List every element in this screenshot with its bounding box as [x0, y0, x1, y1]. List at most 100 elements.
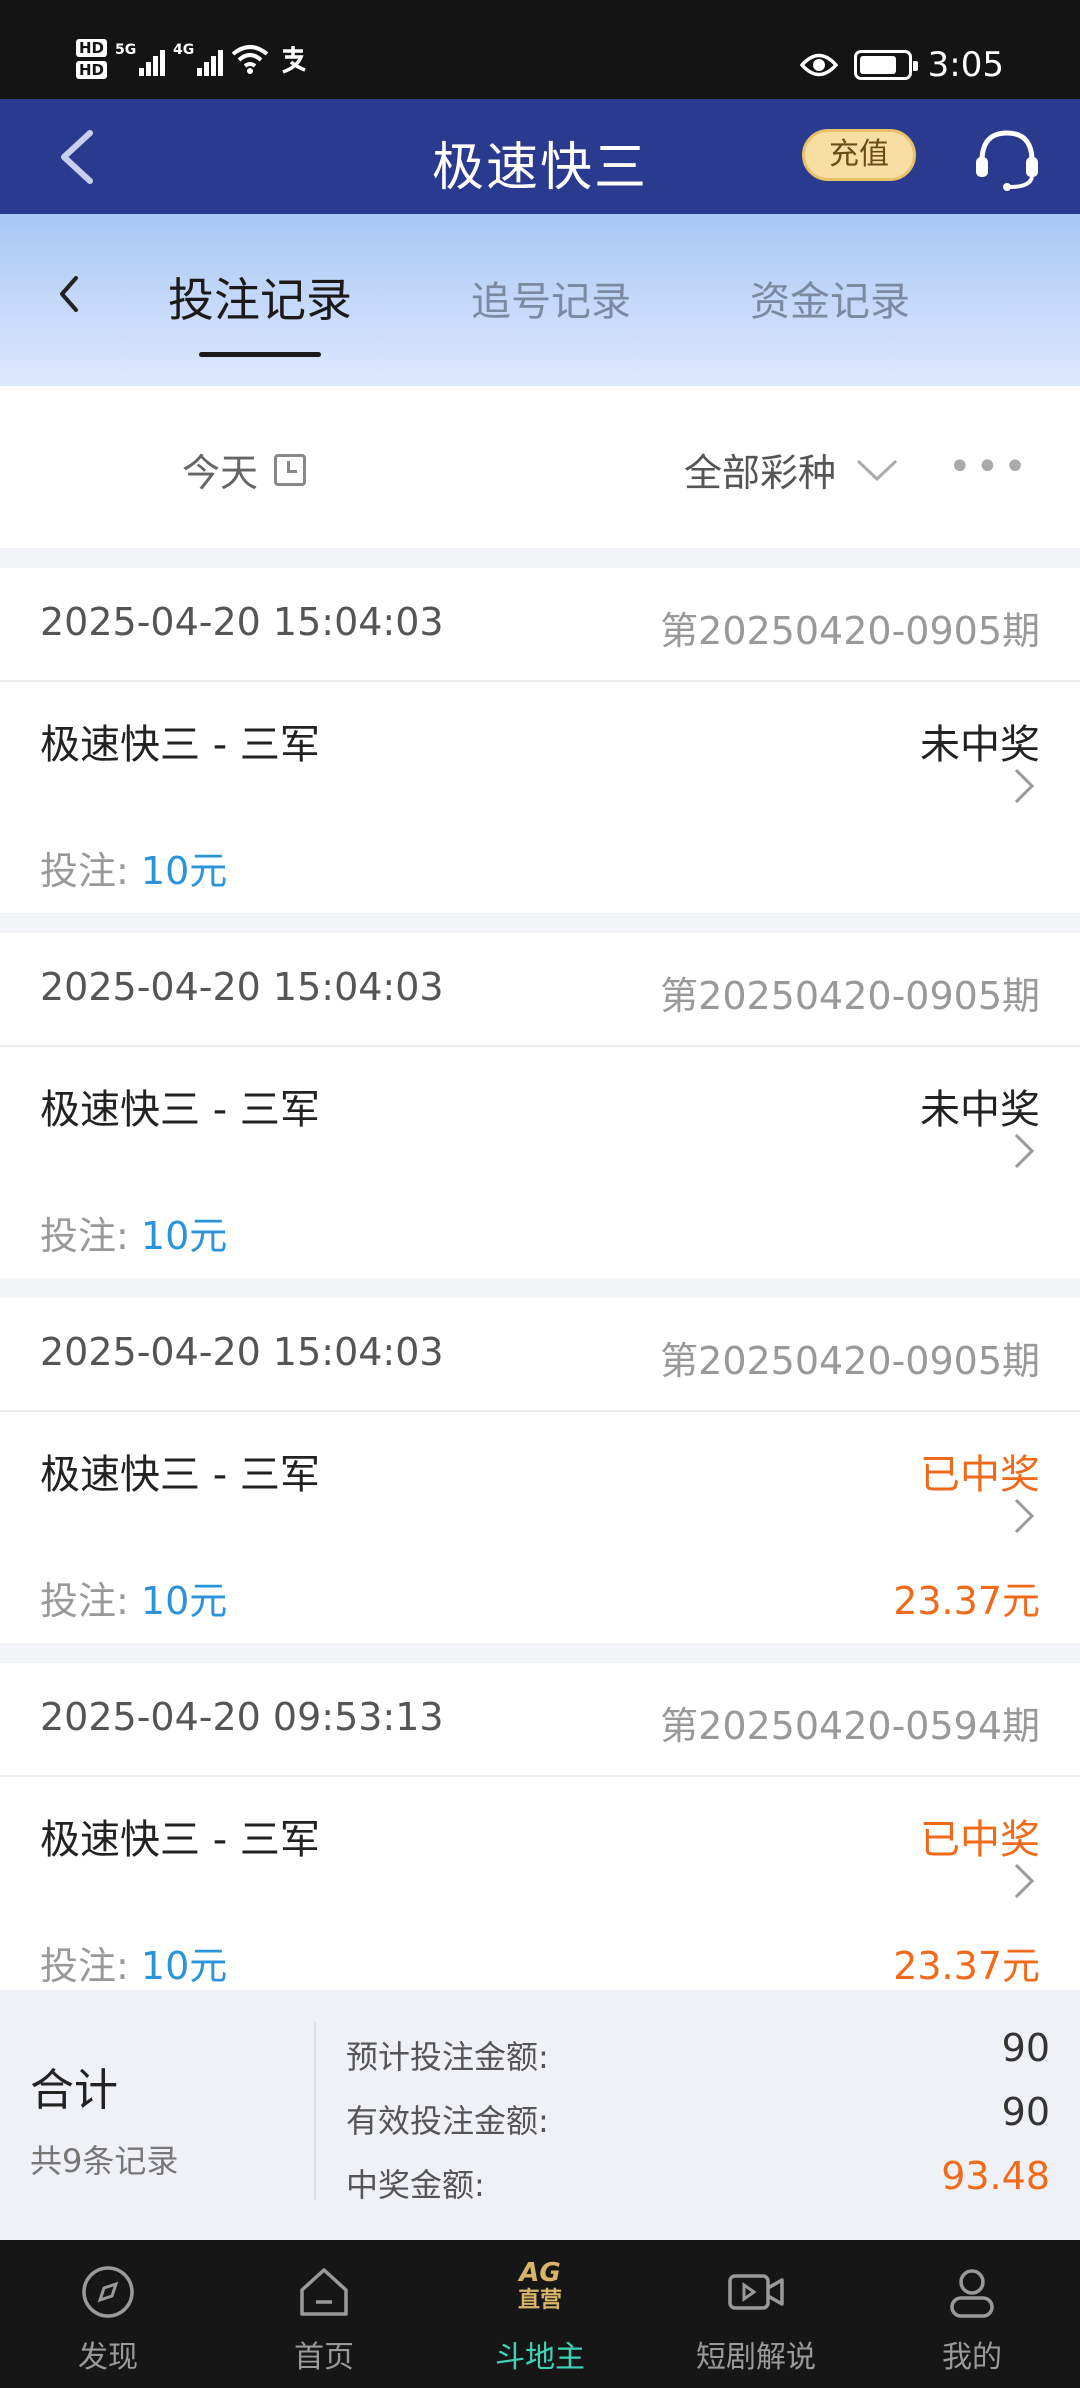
wifi-icon — [231, 45, 269, 74]
status-right: 3:05 — [799, 40, 1004, 90]
bet-label: 投注: — [40, 1579, 141, 1623]
record-header: 2025-04-20 15:04:03 第20250420-0905期 — [0, 1298, 1080, 1412]
clock-calendar-icon — [274, 453, 307, 486]
ag-logo-top: AG — [519, 2258, 561, 2288]
summary-panel: 合计 共9条记录 预计投注金额: 90 有效投注金额: 90 中奖金额: 93.… — [0, 1990, 1080, 2240]
nav-short-drama[interactable]: 短剧解说 — [648, 2240, 864, 2388]
valid-label: 有效投注金额: — [346, 2102, 549, 2140]
net2-label: 4G — [173, 42, 195, 58]
filter-bar: 今天 全部彩种 ••• — [0, 386, 1080, 548]
hd2-icon: HD — [76, 61, 108, 79]
chevron-right-icon[interactable] — [1010, 764, 1038, 808]
lottery-type-filter[interactable]: 全部彩种 — [684, 442, 898, 497]
expected-value: 90 — [1001, 2026, 1050, 2070]
bet-amount: 10元 — [140, 1579, 228, 1623]
title-bar: 极速快三 充值 — [0, 99, 1080, 214]
record-prize: 23.37元 — [893, 1944, 1040, 1988]
date-filter[interactable]: 今天 — [182, 442, 307, 497]
record-prize: 23.37元 — [893, 1579, 1040, 1623]
record-name: 极速快三 - 三军 — [40, 722, 320, 768]
user-icon — [950, 2269, 994, 2318]
record-status: 未中奖 — [920, 722, 1040, 768]
nav-doudizhu[interactable]: AG 直营 斗地主 — [432, 2240, 648, 2388]
chevron-right-icon[interactable] — [1010, 1129, 1038, 1173]
tab-chase-records[interactable]: 追号记录 — [471, 269, 631, 327]
status-left: HD HD 5G 4G — [76, 34, 309, 84]
customer-service-icon[interactable] — [972, 123, 1042, 193]
tab-fund-records[interactable]: 资金记录 — [750, 269, 910, 327]
record-issue: 第20250420-0594期 — [660, 1704, 1040, 1748]
record-bet: 投注: 10元 — [40, 840, 227, 895]
compass-icon — [82, 2266, 134, 2318]
nav-home-label: 首页 — [294, 2340, 354, 2375]
recharge-button[interactable]: 充值 — [802, 129, 916, 181]
bet-label: 投注: — [40, 1944, 141, 1988]
record-name: 极速快三 - 三军 — [40, 1817, 320, 1863]
prize-label: 中奖金额: — [346, 2166, 485, 2204]
summary-expected-row: 预计投注金额: 90 — [346, 2026, 1050, 2078]
signal-5g-icon: 5G — [115, 42, 166, 76]
summary-valid-row: 有效投注金额: 90 — [346, 2090, 1050, 2142]
expected-label: 预计投注金额: — [346, 2038, 549, 2076]
chevron-down-icon — [856, 459, 898, 481]
lottery-type-label: 全部彩种 — [684, 451, 837, 495]
record-header: 2025-04-20 15:04:03 第20250420-0905期 — [0, 568, 1080, 682]
chevron-right-icon[interactable] — [1010, 1859, 1038, 1903]
ag-logo-icon: AG 直营 — [508, 2258, 572, 2314]
bet-amount: 10元 — [140, 1944, 228, 1988]
tab-bet-records[interactable]: 投注记录 — [168, 264, 352, 330]
record-card[interactable]: 2025-04-20 15:04:03 第20250420-0905期 极速快三… — [0, 568, 1080, 913]
record-header: 2025-04-20 15:04:03 第20250420-0905期 — [0, 933, 1080, 1047]
signal-4g-icon: 4G — [173, 42, 224, 76]
bottom-nav: 发现 首页 AG 直营 斗地主 短剧解说 我的 — [0, 2240, 1080, 2388]
bet-label: 投注: — [40, 1214, 141, 1258]
bet-amount: 10元 — [140, 849, 228, 893]
nav-home[interactable]: 首页 — [216, 2240, 432, 2388]
record-issue: 第20250420-0905期 — [660, 974, 1040, 1018]
tab-back-icon[interactable] — [46, 264, 92, 324]
nav-doudizhu-label: 斗地主 — [495, 2340, 585, 2375]
ag-logo-bottom: 直营 — [517, 2288, 562, 2313]
record-time: 2025-04-20 15:04:03 — [40, 965, 444, 1009]
record-name: 极速快三 - 三军 — [40, 1452, 320, 1498]
nav-discover[interactable]: 发现 — [0, 2240, 216, 2388]
record-time: 2025-04-20 15:04:03 — [40, 600, 444, 644]
hd1-icon: HD — [76, 39, 108, 57]
record-card[interactable]: 2025-04-20 15:04:03 第20250420-0905期 极速快三… — [0, 933, 1080, 1278]
tab-active-indicator — [199, 352, 321, 357]
record-bet: 投注: 10元 — [40, 1570, 227, 1625]
bet-amount: 10元 — [140, 1214, 228, 1258]
record-card[interactable]: 2025-04-20 09:53:13 第20250420-0594期 极速快三… — [0, 1663, 1080, 2008]
record-status: 未中奖 — [920, 1087, 1040, 1133]
prize-value: 93.48 — [941, 2154, 1050, 2198]
nav-discover-label: 发现 — [78, 2340, 138, 2375]
nav-mine[interactable]: 我的 — [864, 2240, 1080, 2388]
record-bet: 投注: 10元 — [40, 1205, 227, 1260]
tab-bar: 投注记录 追号记录 资金记录 — [0, 214, 1080, 386]
record-time: 2025-04-20 15:04:03 — [40, 1330, 444, 1374]
hd-icons: HD HD — [76, 39, 108, 79]
record-issue: 第20250420-0905期 — [660, 1339, 1040, 1383]
page-title: 极速快三 — [431, 138, 648, 198]
record-status: 已中奖 — [920, 1817, 1040, 1863]
home-icon — [300, 2268, 348, 2316]
video-icon — [728, 2274, 784, 2310]
summary-divider — [314, 2022, 316, 2200]
status-bar: HD HD 5G 4G 3:05 — [0, 0, 1080, 99]
battery-icon — [853, 50, 918, 80]
status-time: 3:05 — [927, 45, 1004, 85]
valid-value: 90 — [1001, 2090, 1050, 2134]
nav-short-drama-label: 短剧解说 — [696, 2340, 816, 2375]
nav-mine-label: 我的 — [942, 2340, 1002, 2375]
record-name: 极速快三 - 三军 — [40, 1087, 320, 1133]
summary-prize-row: 中奖金额: 93.48 — [346, 2154, 1050, 2206]
net1-label: 5G — [115, 42, 137, 58]
record-time: 2025-04-20 09:53:13 — [40, 1695, 444, 1739]
alipay-icon — [282, 46, 306, 74]
date-filter-label: 今天 — [182, 451, 259, 495]
bet-label: 投注: — [40, 849, 141, 893]
record-issue: 第20250420-0905期 — [660, 609, 1040, 653]
more-options-button[interactable]: ••• — [948, 444, 1031, 490]
chevron-right-icon[interactable] — [1010, 1494, 1038, 1538]
record-card[interactable]: 2025-04-20 15:04:03 第20250420-0905期 极速快三… — [0, 1298, 1080, 1643]
